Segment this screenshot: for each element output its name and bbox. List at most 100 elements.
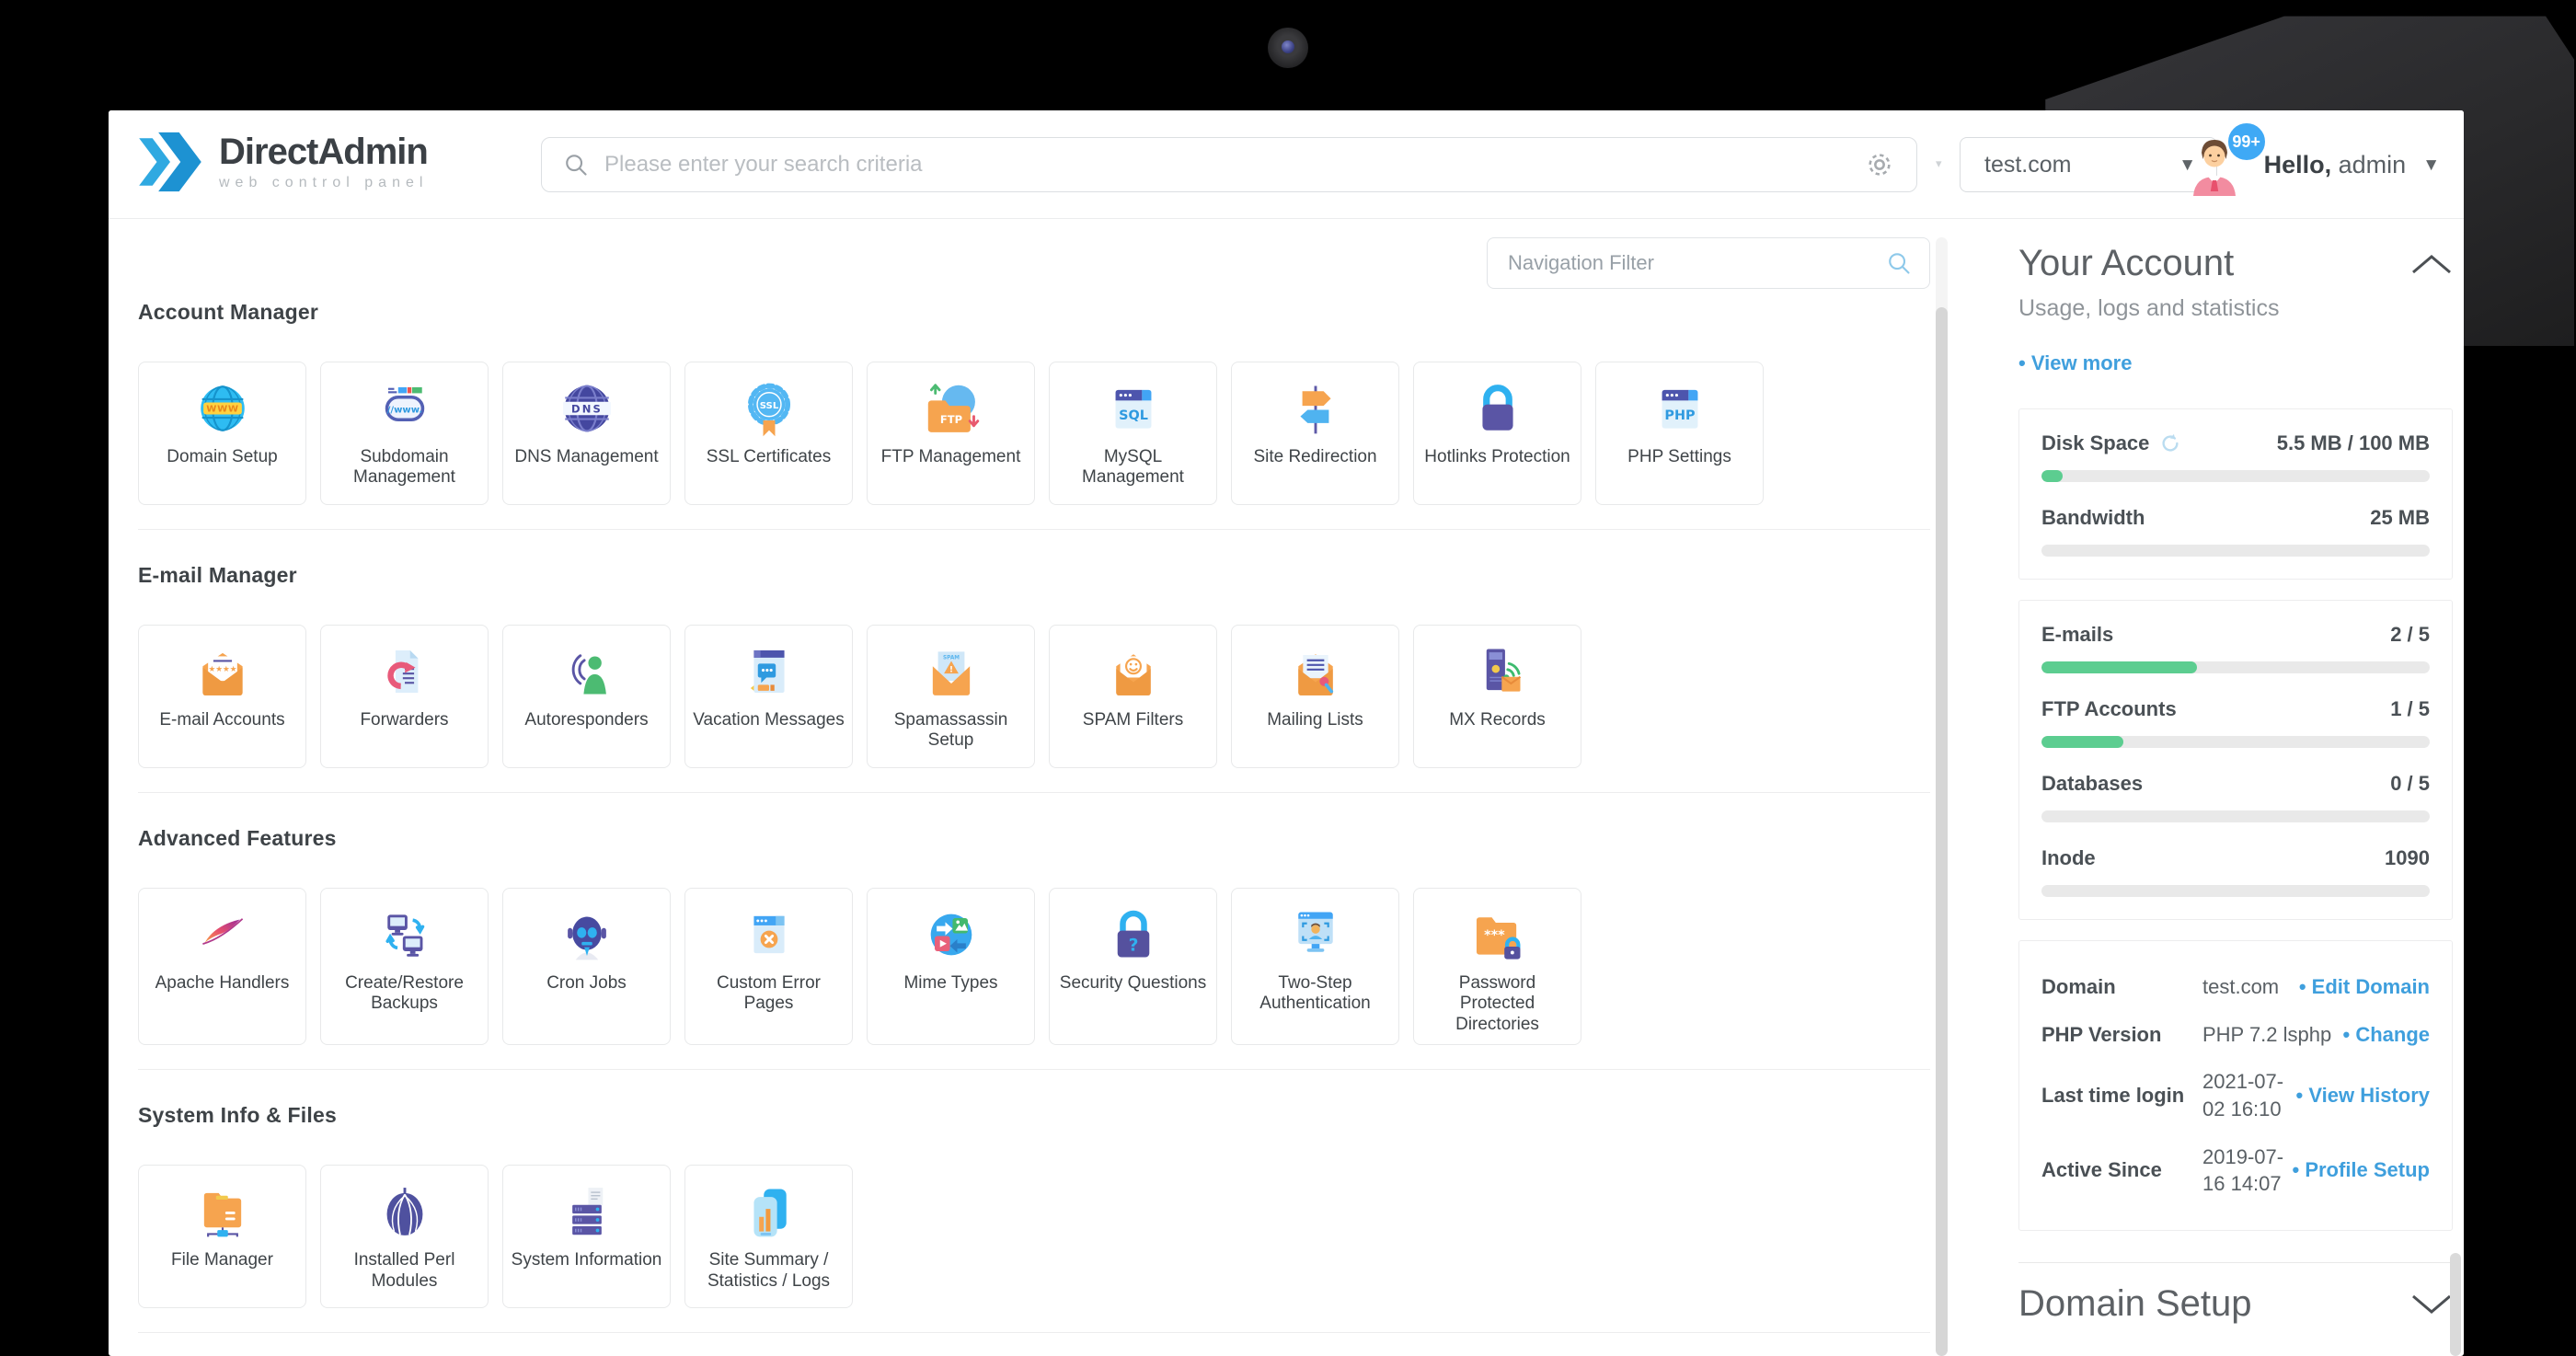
tile-mysql-management[interactable]: SQL MySQL Management [1049, 362, 1217, 505]
hotlinks-protection-icon [1465, 375, 1531, 442]
tile-spam-filters[interactable]: SPAM Filters [1049, 625, 1217, 768]
tile-label: DNS Management [514, 447, 659, 466]
app-window: DirectAdmin web control panel ▾ test.com… [109, 110, 2464, 1356]
tile-domain-setup[interactable]: WWW Domain Setup [138, 362, 306, 505]
chevron-down-icon[interactable] [2410, 1293, 2453, 1316]
svg-text://www.: //www. [386, 405, 421, 415]
info-label: Domain [2041, 974, 2116, 998]
chevron-up-icon[interactable] [2410, 253, 2453, 275]
webcam-lens [1282, 40, 1294, 53]
progress-fill [2041, 736, 2123, 748]
tile-label: Forwarders [360, 710, 449, 730]
usage-row-bandwidth: Bandwidth 25 MB [2041, 506, 2430, 557]
tile-mx-records[interactable]: MX Records [1413, 625, 1581, 768]
tile-custom-error-pages[interactable]: Custom Error Pages [684, 888, 853, 1046]
global-search [541, 137, 1917, 192]
tile-dns-management[interactable]: DNS DNS Management [502, 362, 671, 505]
tile-php-settings[interactable]: PHP PHP Settings [1595, 362, 1764, 505]
tile-ssl-certificates[interactable]: SSL SSL Certificates [684, 362, 853, 505]
section-title-account-manager: Account Manager [138, 300, 318, 324]
refresh-icon[interactable] [2158, 431, 2182, 455]
content-sections: Account Manager WWW Domain Setup //www. Subd… [138, 289, 1930, 1356]
domain-setup-section-header[interactable]: Domain Setup [2018, 1262, 2453, 1325]
autoresponders-icon [554, 638, 620, 705]
section-account-manager: Account Manager WWW Domain Setup //www. Subd… [138, 289, 1930, 529]
tile-vacation-messages[interactable]: Vacation Messages [684, 625, 853, 768]
tile-mime-types[interactable]: Mime Types [867, 888, 1035, 1046]
greeting-text: Hello, admin [2264, 151, 2407, 179]
tile-cron-jobs[interactable]: Cron Jobs [502, 888, 671, 1046]
user-menu[interactable]: 99+ Hello, admin ▼ [2181, 110, 2440, 219]
tile-site-summary-statistics-logs[interactable]: Site Summary / Statistics / Logs [684, 1165, 853, 1309]
domain-selector[interactable]: test.com ▼ [1960, 137, 2217, 192]
svg-text:***: *** [1484, 928, 1505, 943]
info-value: 2019-07-16 14:07 [2202, 1144, 2284, 1196]
info-link-profile-setup[interactable]: • Profile Setup [2293, 1158, 2431, 1182]
section-title-e-mail-manager: E-mail Manager [138, 563, 297, 587]
tile-create-restore-backups[interactable]: Create/Restore Backups [320, 888, 489, 1046]
spam-filters-icon [1100, 638, 1167, 705]
tile-label: Password Protected Directories [1455, 973, 1539, 1034]
info-row-domain: Domain test.com • Edit Domain [2041, 963, 2430, 1011]
tile-forwarders[interactable]: Forwarders [320, 625, 489, 768]
custom-error-pages-icon [736, 902, 802, 968]
domain-setup-icon: WWW [190, 375, 256, 442]
usage-label: FTP Accounts [2041, 697, 2177, 720]
usage-value: 2 / 5 [2390, 623, 2430, 646]
section-extra-features: Extra Features [138, 1332, 1930, 1356]
progress-fill [2041, 661, 2197, 673]
tile-security-questions[interactable]: ? Security Questions [1049, 888, 1217, 1046]
greeting-username: admin [2331, 150, 2407, 178]
tile-site-redirection[interactable]: Site Redirection [1231, 362, 1399, 505]
usage-card: E-mails 2 / 5 FTP Accounts 1 / 5 Databases 0 … [2018, 600, 2453, 920]
tile-email-accounts[interactable]: ★★★★ E-mail Accounts [138, 625, 306, 768]
main-content: Account Manager WWW Domain Setup //www. Subd… [109, 219, 1930, 1356]
tile-label: SPAM Filters [1082, 710, 1184, 730]
progress-bar [2041, 885, 2430, 897]
info-link-view-history[interactable]: • View History [2296, 1084, 2430, 1108]
section-title-advanced-features: Advanced Features [138, 826, 337, 850]
brand-logo[interactable]: DirectAdmin web control panel [136, 131, 429, 193]
global-search-input[interactable] [590, 152, 1863, 178]
sidebar-scrollbar-thumb[interactable] [2450, 1253, 2461, 1356]
your-account-header[interactable]: Your Account [2018, 243, 2453, 284]
tile-label: Security Questions [1059, 973, 1207, 993]
tile-autoresponders[interactable]: Autoresponders [502, 625, 671, 768]
progress-bar [2041, 661, 2430, 673]
tile-label: Site Summary / Statistics / Logs [707, 1250, 831, 1291]
tile-password-protected-directories[interactable]: *** Password Protected Directories [1413, 888, 1581, 1046]
section-title-system-info-files: System Info & Files [138, 1103, 337, 1128]
tile-installed-perl-modules[interactable]: Installed Perl Modules [320, 1165, 489, 1309]
domain-info-card: Domain test.com • Edit Domain PHP Version PH… [2018, 940, 2453, 1232]
tile-two-step-authentication[interactable]: Two-Step Authentication [1231, 888, 1399, 1046]
tile-label: Apache Handlers [155, 973, 290, 993]
tile-label: Hotlinks Protection [1424, 447, 1570, 466]
tile-file-manager[interactable]: File Manager [138, 1165, 306, 1309]
info-label: PHP Version [2041, 1022, 2162, 1046]
tile-system-information[interactable]: System Information [502, 1165, 671, 1309]
tile-label: Two-Step Authentication [1259, 973, 1371, 1014]
search-settings-gear-icon[interactable] [1863, 148, 1896, 181]
usage-cards: Disk Space 5.5 MB / 100 MB Bandwidth 25 MB E… [2018, 408, 2453, 920]
apache-handlers-icon [190, 902, 256, 968]
navigation-filter-input[interactable] [1508, 251, 1885, 275]
filter-search-icon [1889, 253, 1910, 274]
notification-badge[interactable]: 99+ [2225, 121, 2268, 163]
view-more-link[interactable]: • View more [2018, 351, 2453, 375]
usage-row-disk-space: Disk Space 5.5 MB / 100 MB [2041, 431, 2430, 482]
tile-subdomain-management[interactable]: //www. Subdomain Management [320, 362, 489, 505]
info-link-edit-domain[interactable]: • Edit Domain [2299, 975, 2430, 999]
tile-ftp-management[interactable]: FTP FTP Management [867, 362, 1035, 505]
tile-hotlinks-protection[interactable]: Hotlinks Protection [1413, 362, 1581, 505]
tile-spamassassin-setup[interactable]: SPAM! Spamassassin Setup [867, 625, 1035, 768]
content-scrollbar-thumb[interactable] [1936, 307, 1948, 1356]
greeting-hello: Hello, [2263, 150, 2332, 178]
tile-mailing-lists[interactable]: Mailing Lists [1231, 625, 1399, 768]
tile-apache-handlers[interactable]: Apache Handlers [138, 888, 306, 1046]
info-link-change[interactable]: • Change [2343, 1023, 2431, 1047]
usage-value: 0 / 5 [2390, 772, 2430, 795]
vacation-messages-icon [736, 638, 802, 705]
usage-row-ftp-accounts: FTP Accounts 1 / 5 [2041, 697, 2430, 748]
usage-label: Disk Space [2041, 431, 2150, 454]
usage-row-inode: Inode 1090 [2041, 846, 2430, 897]
